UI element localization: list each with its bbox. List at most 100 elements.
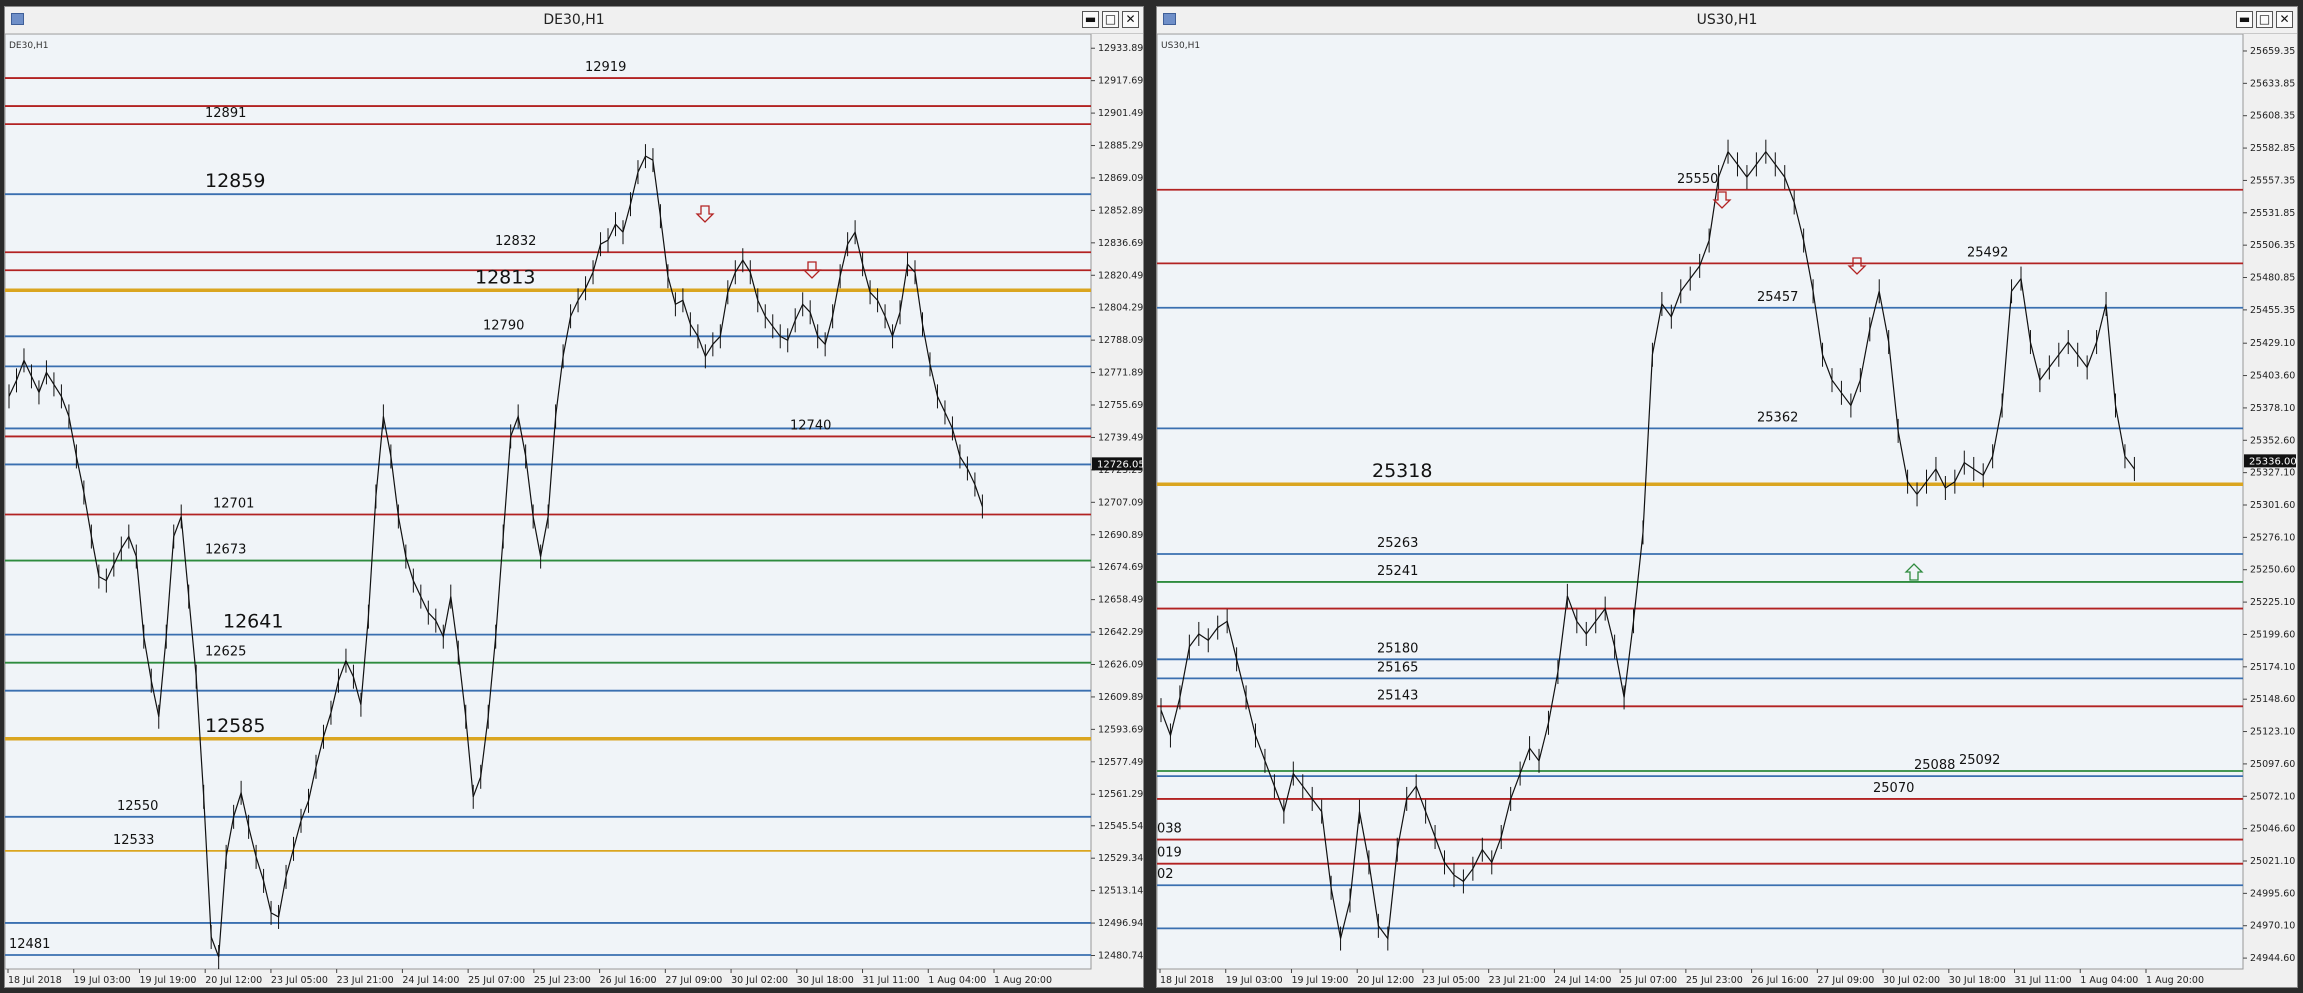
y-tick-label: 12626.09 [1098, 659, 1143, 670]
y-tick-label: 12933.89 [1098, 43, 1143, 54]
x-tick-label: 1 Aug 04:00 [928, 975, 986, 986]
level-label: 12891 [205, 106, 246, 121]
y-tick-label: 25403.60 [2250, 371, 2295, 382]
y-tick-label: 25352.60 [2250, 435, 2295, 446]
x-tick-label: 30 Jul 18:00 [1949, 975, 2006, 986]
y-tick-label: 25046.60 [2250, 824, 2295, 835]
y-tick-label: 25506.35 [2250, 240, 2295, 251]
x-tick-label: 31 Jul 11:00 [2015, 975, 2072, 986]
y-tick-label: 25378.10 [2250, 403, 2295, 414]
level-label: 25457 [1757, 290, 1798, 305]
chart-svg: US30,H1 25659.35 25633.85 25608.35 25582.85 2… [1157, 34, 2297, 986]
minimize-button[interactable]: ▬ [2236, 11, 2253, 28]
chart-svg: DE30,H1 12933.89 12917.69 12901.49 12885.29 1… [5, 34, 1143, 986]
y-tick-label: 12690.89 [1098, 530, 1143, 541]
y-tick-label: 25659.35 [2250, 46, 2295, 57]
level-label: 25143 [1377, 688, 1418, 703]
x-tick-label: 24 Jul 14:00 [1554, 975, 1611, 986]
window-titlebar[interactable]: US30,H1 ▬ □ ✕ [1157, 7, 2297, 34]
level-label: 25165 [1377, 660, 1418, 675]
y-tick-label: 25174.10 [2250, 662, 2295, 673]
y-tick-label: 12480.74 [1098, 951, 1143, 962]
maximize-button[interactable]: □ [1102, 11, 1119, 28]
level-label: 12533 [113, 833, 154, 848]
y-tick-label: 25301.60 [2250, 500, 2295, 511]
level-label: 12673 [205, 543, 246, 558]
y-tick-label: 12820.49 [1098, 270, 1143, 281]
x-tick-label: 19 Jul 19:00 [1291, 975, 1348, 986]
y-tick-label: 25199.60 [2250, 629, 2295, 640]
x-tick-label: 23 Jul 21:00 [337, 975, 394, 986]
x-tick-label: 18 Jul 2018 [8, 975, 62, 986]
current-price-label: 12726.05 [1097, 459, 1143, 470]
y-tick-label: 25327.10 [2250, 468, 2295, 479]
window-title: US30,H1 [1696, 12, 1758, 28]
x-tick-label: 30 Jul 02:00 [731, 975, 788, 986]
level-label: 12641 [223, 611, 283, 633]
close-button[interactable]: ✕ [1122, 11, 1139, 28]
level-label: 12859 [205, 170, 265, 192]
level-label: 25550 [1677, 172, 1718, 187]
y-tick-label: 25429.10 [2250, 338, 2295, 349]
y-tick-label: 24995.60 [2250, 888, 2295, 899]
x-tick-label: 23 Jul 21:00 [1489, 975, 1546, 986]
x-tick-label: 24 Jul 14:00 [402, 975, 459, 986]
x-tick-label: 19 Jul 19:00 [139, 975, 196, 986]
window-title: DE30,H1 [543, 12, 605, 28]
y-tick-label: 12674.69 [1098, 562, 1143, 573]
y-tick-label: 12707.09 [1098, 497, 1143, 508]
x-tick-label: 20 Jul 12:00 [205, 975, 262, 986]
x-tick-label: 25 Jul 23:00 [534, 975, 591, 986]
x-tick-label: 19 Jul 03:00 [1226, 975, 1283, 986]
y-tick-label: 12771.89 [1098, 368, 1143, 379]
current-price-label: 25336.00 [2249, 456, 2297, 467]
y-tick-label: 25455.35 [2250, 305, 2295, 316]
x-tick-label: 23 Jul 05:00 [1423, 975, 1480, 986]
y-tick-label: 25148.60 [2250, 694, 2295, 705]
y-tick-label: 12917.69 [1098, 76, 1143, 87]
level-label: 25492 [1967, 245, 2008, 260]
symbol-label: US30,H1 [1161, 41, 1200, 51]
y-tick-label: 25250.60 [2250, 565, 2295, 576]
price-chart[interactable]: US30,H1 25659.35 25633.85 25608.35 25582.85 2… [1157, 34, 2297, 987]
y-tick-label: 12901.49 [1098, 108, 1143, 119]
y-tick-label: 12577.49 [1098, 757, 1143, 768]
x-tick-label: 23 Jul 05:00 [271, 975, 328, 986]
chart-window-de30[interactable]: DE30,H1 ▬ □ ✕ DE30,H1 12933.89 12917.69 129… [4, 6, 1144, 988]
maximize-button[interactable]: □ [2256, 11, 2273, 28]
level-label: 25180 [1377, 641, 1418, 656]
y-tick-label: 24944.60 [2250, 953, 2295, 964]
window-titlebar[interactable]: DE30,H1 ▬ □ ✕ [5, 7, 1143, 34]
level-label: 25070 [1873, 781, 1914, 796]
y-tick-label: 12788.09 [1098, 335, 1143, 346]
y-tick-label: 12642.29 [1098, 627, 1143, 638]
level-label: 12813 [475, 266, 535, 288]
price-chart[interactable]: DE30,H1 12933.89 12917.69 12901.49 12885.29 1… [5, 34, 1143, 987]
x-tick-label: 27 Jul 09:00 [1817, 975, 1874, 986]
y-tick-label: 25097.60 [2250, 759, 2295, 770]
y-tick-label: 12755.69 [1098, 400, 1143, 411]
level-label: 12919 [585, 60, 626, 75]
y-tick-label: 25123.10 [2250, 727, 2295, 738]
x-tick-label: 25 Jul 07:00 [1620, 975, 1677, 986]
minimize-button[interactable]: ▬ [1082, 11, 1099, 28]
level-label: 12550 [117, 799, 158, 814]
x-tick-label: 30 Jul 18:00 [797, 975, 854, 986]
close-button[interactable]: ✕ [2276, 11, 2293, 28]
level-label: 019 [1157, 846, 1182, 861]
level-label: 038 [1157, 822, 1182, 837]
level-label: 25362 [1757, 410, 1798, 425]
x-tick-label: 19 Jul 03:00 [74, 975, 131, 986]
x-tick-label: 30 Jul 02:00 [1883, 975, 1940, 986]
level-label: 12832 [495, 234, 536, 249]
y-tick-label: 12593.69 [1098, 724, 1143, 735]
level-label: 12701 [213, 497, 254, 512]
x-tick-label: 25 Jul 23:00 [1686, 975, 1743, 986]
chart-window-us30[interactable]: US30,H1 ▬ □ ✕ US30,H1 25659.35 25633.85 256… [1156, 6, 2298, 988]
y-tick-label: 12804.29 [1098, 303, 1143, 314]
y-tick-label: 12529.34 [1098, 853, 1143, 864]
x-tick-label: 25 Jul 07:00 [468, 975, 525, 986]
y-tick-label: 12869.09 [1098, 173, 1143, 184]
y-tick-label: 12496.94 [1098, 918, 1143, 929]
y-tick-label: 12545.54 [1098, 821, 1143, 832]
